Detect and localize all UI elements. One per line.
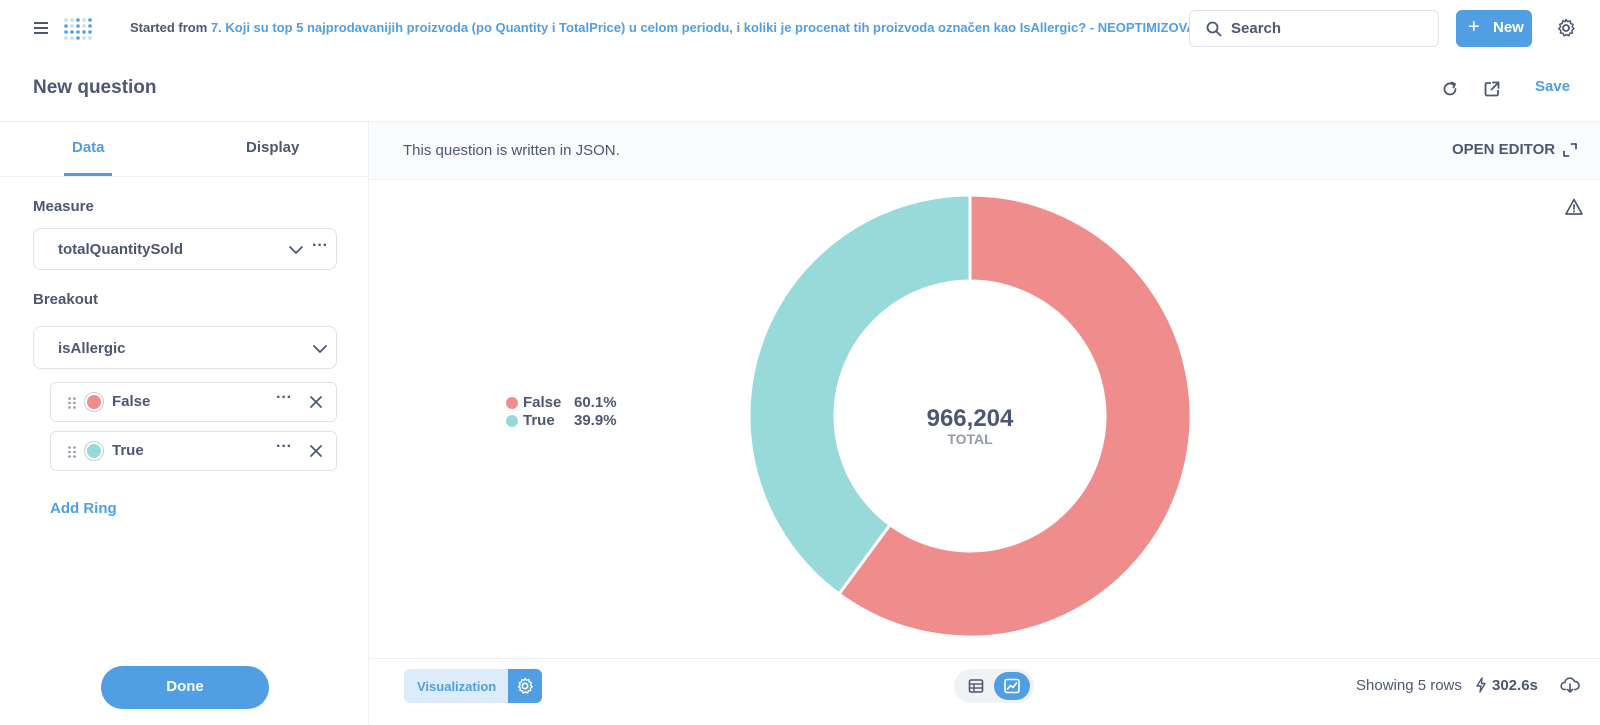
save-button[interactable]: Save — [1535, 78, 1570, 95]
chart-settings-sidebar: Data Display Measure totalQuantitySold ·… — [0, 122, 369, 725]
visualization-area: This question is written in JSON. OPEN E… — [370, 122, 1600, 725]
warning-icon[interactable] — [1564, 197, 1584, 217]
expand-icon[interactable] — [1562, 142, 1578, 158]
top-navigation-bar: Started from 7. Koji su top 5 najprodava… — [0, 0, 1600, 58]
table-chart-toggle — [954, 669, 1034, 703]
legend-dot — [506, 397, 518, 409]
ring-item-label: True — [112, 442, 144, 459]
drag-handle-icon[interactable] — [67, 445, 77, 459]
tab-data-label: Data — [72, 139, 105, 156]
donut-total-value: 966,204 — [927, 405, 1014, 432]
breakout-label: Breakout — [33, 291, 99, 308]
gear-icon — [517, 677, 533, 694]
breadcrumb-prefix: Started from — [130, 20, 208, 35]
download-icon[interactable] — [1560, 676, 1580, 694]
more-options-icon[interactable]: ··· — [276, 389, 292, 407]
row-count: Showing 5 rows — [1356, 677, 1462, 694]
measure-value: totalQuantitySold — [58, 241, 183, 258]
chart-view-toggle[interactable] — [994, 672, 1030, 700]
measure-select[interactable]: totalQuantitySold ··· — [33, 228, 337, 270]
query-language-note: This question is written in JSON. — [403, 142, 620, 159]
tab-display[interactable]: Display — [246, 139, 299, 156]
color-swatch[interactable] — [84, 392, 104, 412]
legend-label: True — [523, 412, 555, 429]
table-view-icon[interactable] — [968, 678, 984, 694]
legend-percent: 60.1% — [574, 394, 617, 411]
legend-dot — [506, 415, 518, 427]
query-timing: 302.6s — [1492, 677, 1538, 694]
line-chart-icon — [1004, 678, 1020, 694]
legend-item[interactable]: False 60.1% — [506, 394, 626, 412]
open-external-icon[interactable] — [1482, 79, 1502, 99]
ring-item-false[interactable]: False ··· — [50, 382, 337, 422]
visualization-button[interactable]: Visualization — [404, 669, 508, 703]
new-button-label: New — [1493, 19, 1524, 36]
breakout-value: isAllergic — [58, 340, 126, 357]
breakout-select[interactable]: isAllergic — [33, 326, 337, 369]
done-button[interactable]: Done — [101, 666, 269, 709]
tab-divider — [0, 176, 369, 177]
chevron-down-icon — [288, 242, 304, 258]
visualization-footer: Visualization Showing 5 rows 302.6s — [370, 658, 1600, 725]
measure-label: Measure — [33, 198, 94, 215]
legend-item[interactable]: True 39.9% — [506, 412, 626, 430]
more-options-icon[interactable]: ··· — [276, 438, 292, 456]
plus-icon: + — [1468, 16, 1480, 38]
color-swatch[interactable] — [84, 441, 104, 461]
donut-chart: 966,204 TOTAL — [747, 193, 1193, 639]
done-button-label: Done — [166, 678, 204, 695]
question-header: New question Save — [0, 58, 1600, 122]
donut-slice-true[interactable] — [747, 193, 972, 597]
search-input[interactable]: Search — [1189, 10, 1439, 47]
tab-data[interactable]: Data — [64, 122, 112, 176]
new-button[interactable]: + New — [1456, 10, 1532, 47]
breadcrumb: Started from 7. Koji su top 5 najprodava… — [130, 20, 1215, 35]
close-icon[interactable] — [309, 395, 323, 409]
settings-gear-icon[interactable] — [1556, 18, 1576, 38]
ring-item-label: False — [112, 393, 151, 410]
open-editor-button[interactable]: OPEN EDITOR — [1452, 141, 1555, 158]
add-ring-link[interactable]: Add Ring — [50, 500, 117, 517]
close-icon[interactable] — [309, 444, 323, 458]
legend-percent: 39.9% — [574, 412, 617, 429]
lightning-bolt-icon — [1475, 677, 1487, 693]
visualization-button-label: Visualization — [417, 679, 497, 694]
search-icon — [1206, 21, 1222, 37]
chevron-down-icon — [312, 341, 328, 357]
refresh-icon[interactable] — [1440, 79, 1460, 99]
chart-legend: False 60.1% True 39.9% — [506, 394, 626, 430]
hamburger-menu-icon[interactable] — [32, 18, 52, 38]
search-placeholder: Search — [1231, 20, 1282, 37]
ring-item-true[interactable]: True ··· — [50, 431, 337, 471]
chart-settings-button[interactable] — [508, 669, 542, 703]
native-query-bar: This question is written in JSON. OPEN E… — [370, 122, 1600, 180]
measure-more-icon[interactable]: ··· — [312, 237, 328, 255]
legend-label: False — [523, 394, 562, 411]
drag-handle-icon[interactable] — [67, 396, 77, 410]
page-title[interactable]: New question — [33, 77, 157, 99]
source-question-link[interactable]: 7. Koji su top 5 najprodavanijih proizvo… — [211, 20, 1215, 35]
donut-total-label: TOTAL — [947, 431, 993, 447]
metabase-logo-icon[interactable] — [62, 12, 94, 44]
